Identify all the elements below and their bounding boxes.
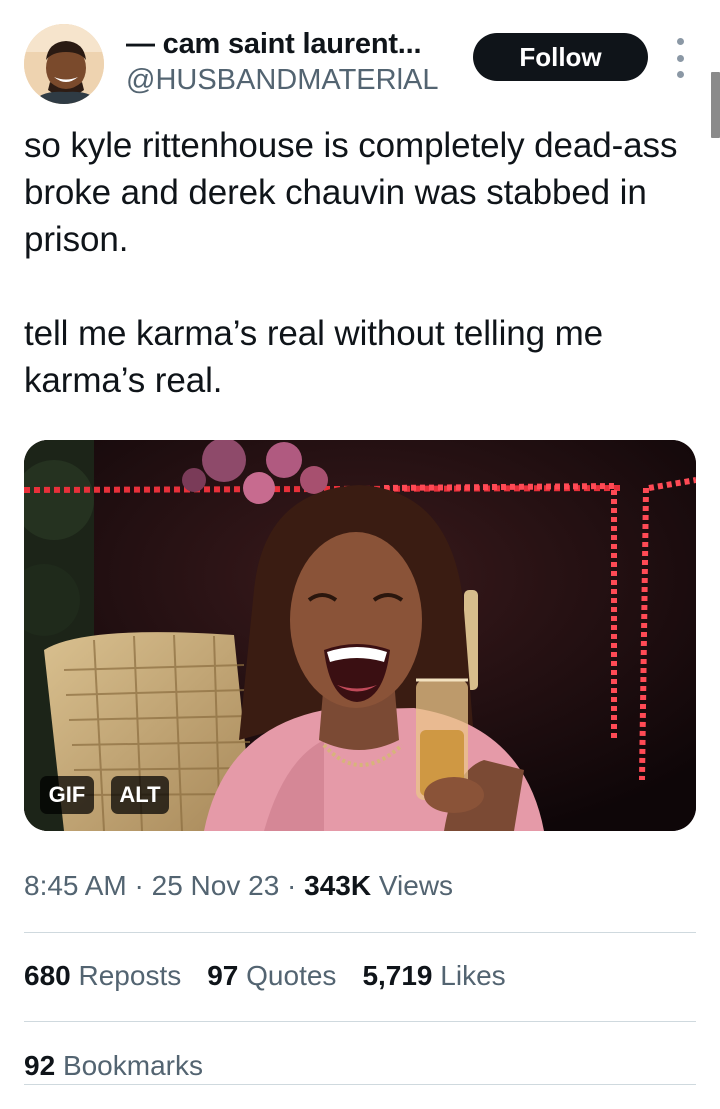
reposts-stat[interactable]: 680 Reposts [24,960,181,992]
gif-image [24,440,696,831]
engagement-stats: 680 Reposts 97 Quotes 5,719 Likes [24,960,506,992]
more-vertical-icon[interactable] [670,38,690,78]
author-display-name[interactable]: — cam saint laurent... [126,28,422,61]
alt-text-badge[interactable]: ALT [111,776,169,814]
tweet-time[interactable]: 8:45 AM [24,870,127,901]
reposts-count: 680 [24,960,71,991]
more-dot [676,71,684,78]
meta-separator: · [126,870,152,901]
author-handle[interactable]: @HUSBANDMATERlAL [126,64,439,97]
more-dot [676,38,684,45]
avatar-image [24,24,104,104]
gif-badge: GIF [40,776,94,814]
tweet-date[interactable]: 25 Nov 23 [152,870,280,901]
follow-button[interactable]: Follow [473,33,648,81]
profile-avatar[interactable] [24,24,104,104]
meta-separator: · [279,870,305,901]
tweet-media-gif[interactable] [24,440,696,831]
more-dot [676,54,684,62]
divider [24,1021,696,1022]
quotes-label: Quotes [246,960,337,991]
views-count: 343K [304,870,372,901]
likes-count: 5,719 [362,960,433,991]
divider [24,1084,696,1085]
bookmarks-stat[interactable]: 92 Bookmarks [24,1050,203,1082]
reposts-label: Reposts [78,960,182,991]
bookmarks-count: 92 [24,1050,56,1081]
views-label: Views [378,870,454,901]
tweet-text: so kyle rittenhouse is completely dead-a… [24,126,678,400]
tweet-timestamp-views: 8:45 AM · 25 Nov 23 · 343K Views [24,870,453,902]
divider [24,932,696,933]
likes-label: Likes [440,960,506,991]
bookmarks-label: Bookmarks [62,1050,203,1081]
quotes-stat[interactable]: 97 Quotes [207,960,336,992]
likes-stat[interactable]: 5,719 Likes [362,960,505,992]
quotes-count: 97 [207,960,239,991]
scrollbar-thumb[interactable] [711,72,720,138]
